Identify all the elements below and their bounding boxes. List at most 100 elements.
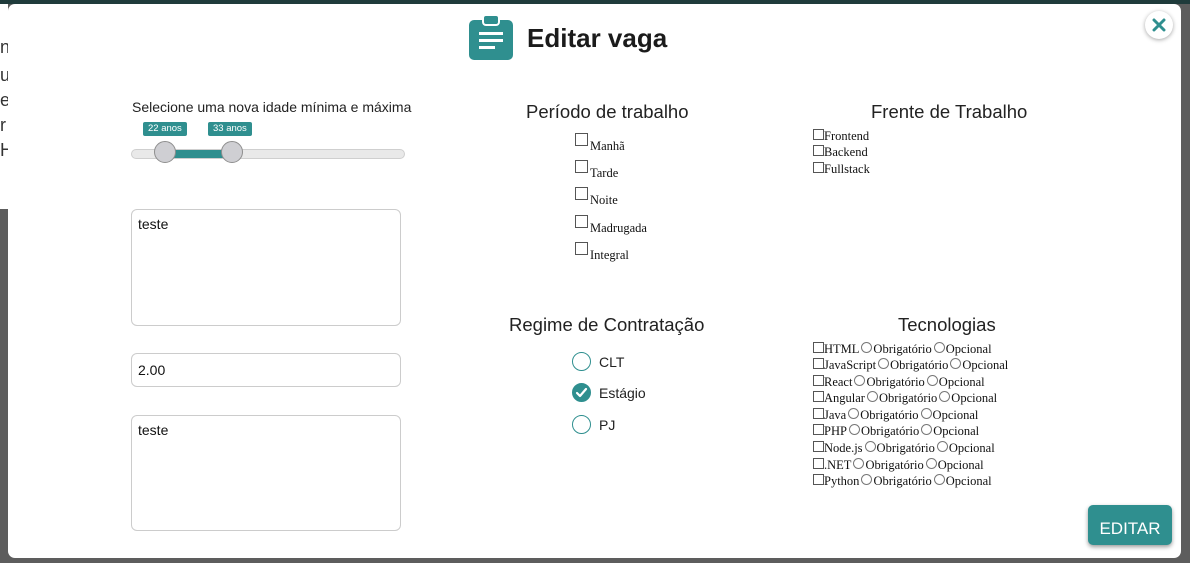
regime-option-estagio[interactable]: Estágio xyxy=(572,383,646,402)
checkbox[interactable] xyxy=(813,375,824,386)
regime-title: Regime de Contratação xyxy=(509,314,705,335)
checkbox[interactable] xyxy=(813,129,824,140)
edit-job-modal: Editar vaga Selecione uma nova idade mín… xyxy=(8,4,1181,558)
close-button[interactable] xyxy=(1145,11,1173,39)
optional-radio[interactable] xyxy=(933,474,945,485)
background-page: n u e r H xyxy=(0,4,13,209)
required-label: Obrigatório xyxy=(865,458,924,472)
edit-submit-button[interactable]: EDITAR xyxy=(1088,505,1172,545)
tech-row: HTML Obrigatório Opcional xyxy=(813,342,992,356)
optional-radio[interactable] xyxy=(926,375,938,386)
optional-radio[interactable] xyxy=(936,441,948,452)
optional-label: Opcional xyxy=(951,391,998,405)
salary-input[interactable] xyxy=(131,353,401,387)
required-radio[interactable] xyxy=(864,441,876,452)
tech-label: .NET xyxy=(824,458,852,472)
optional-radio[interactable] xyxy=(933,342,945,353)
radio-circle[interactable] xyxy=(572,415,591,434)
tech-label: JavaScript xyxy=(824,358,877,372)
periodo-option-label: Integral xyxy=(590,248,629,262)
radio-circle[interactable] xyxy=(572,352,591,371)
required-radio[interactable] xyxy=(854,375,866,386)
frente-option[interactable]: Fullstack xyxy=(813,162,870,176)
periodo-option[interactable]: Noite xyxy=(575,187,618,207)
tech-label: Java xyxy=(824,408,847,422)
checkbox[interactable] xyxy=(813,342,824,353)
regime-option-pj[interactable]: PJ xyxy=(572,415,615,434)
frente-option-label: Backend xyxy=(824,145,868,159)
check-icon xyxy=(575,387,588,398)
checkbox[interactable] xyxy=(813,145,824,156)
periodo-option[interactable]: Manhã xyxy=(575,133,625,153)
optional-radio[interactable] xyxy=(921,424,933,435)
required-radio[interactable] xyxy=(853,458,865,469)
tech-row: React Obrigatório Opcional xyxy=(813,375,985,389)
radio-circle-checked[interactable] xyxy=(572,383,591,402)
frente-option[interactable]: Frontend xyxy=(813,129,869,143)
tech-row: JavaScript Obrigatório Opcional xyxy=(813,358,1008,372)
tech-label: PHP xyxy=(824,424,847,438)
description-textarea[interactable]: teste xyxy=(131,209,401,326)
periodo-option[interactable]: Madrugada xyxy=(575,215,647,235)
required-label: Obrigatório xyxy=(860,408,919,422)
checkbox[interactable] xyxy=(813,408,824,419)
modal-header: Editar vaga xyxy=(468,14,667,62)
checkbox[interactable] xyxy=(813,474,824,485)
required-label: Obrigatório xyxy=(860,424,920,438)
optional-label: Opcional xyxy=(933,424,980,438)
checkbox[interactable] xyxy=(575,133,588,146)
regime-option-label: PJ xyxy=(599,416,616,433)
frente-option-label: Frontend xyxy=(824,129,870,143)
checkbox[interactable] xyxy=(575,187,588,200)
periodo-title: Período de trabalho xyxy=(526,101,689,122)
tech-label: React xyxy=(824,375,853,389)
checkbox[interactable] xyxy=(575,160,588,173)
tech-row: Java Obrigatório Opcional xyxy=(813,408,978,422)
optional-radio[interactable] xyxy=(950,358,962,369)
required-radio[interactable] xyxy=(848,408,860,419)
checkbox[interactable] xyxy=(575,242,588,255)
periodo-option-label: Noite xyxy=(590,193,618,207)
tech-row: PHP Obrigatório Opcional xyxy=(813,424,979,438)
checkbox[interactable] xyxy=(813,391,824,402)
regime-option-clt[interactable]: CLT xyxy=(572,352,624,371)
checkbox[interactable] xyxy=(575,215,588,228)
required-radio[interactable] xyxy=(861,474,873,485)
optional-radio[interactable] xyxy=(920,408,932,419)
periodo-option[interactable]: Integral xyxy=(575,242,629,262)
tech-row: Node.js Obrigatório Opcional xyxy=(813,441,995,455)
background-fragment: r xyxy=(0,115,6,135)
tech-row: .NET Obrigatório Opcional xyxy=(813,458,984,472)
required-radio[interactable] xyxy=(861,342,873,353)
required-radio[interactable] xyxy=(848,424,860,435)
clipboard-icon xyxy=(469,15,513,60)
tech-label: Angular xyxy=(824,391,865,405)
regime-option-label: Estágio xyxy=(599,384,646,401)
close-icon xyxy=(1152,18,1166,32)
periodo-option-label: Manhã xyxy=(590,139,625,153)
max-age-handle[interactable] xyxy=(221,141,243,163)
required-label: Obrigatório xyxy=(873,342,932,356)
required-label: Obrigatório xyxy=(873,474,932,488)
required-radio[interactable] xyxy=(878,358,890,369)
required-label: Obrigatório xyxy=(866,375,925,389)
checkbox[interactable] xyxy=(813,162,824,173)
checkbox[interactable] xyxy=(813,441,824,452)
modal-title: Editar vaga xyxy=(527,22,668,53)
periodo-option-label: Madrugada xyxy=(590,221,647,235)
required-radio[interactable] xyxy=(866,391,878,402)
tecnologias-title: Tecnologias xyxy=(898,314,996,335)
checkbox[interactable] xyxy=(813,424,824,435)
periodo-option[interactable]: Tarde xyxy=(575,160,618,180)
checkbox[interactable] xyxy=(813,358,824,369)
frente-option[interactable]: Backend xyxy=(813,145,868,159)
optional-label: Opcional xyxy=(962,358,1009,372)
tech-row: Angular Obrigatório Opcional xyxy=(813,391,997,405)
optional-radio[interactable] xyxy=(939,391,951,402)
requirements-textarea[interactable]: teste xyxy=(131,415,401,531)
min-age-handle[interactable] xyxy=(154,141,176,163)
checkbox[interactable] xyxy=(813,458,824,469)
optional-radio[interactable] xyxy=(925,458,937,469)
regime-option-label: CLT xyxy=(599,353,625,370)
periodo-option-label: Tarde xyxy=(590,166,619,180)
